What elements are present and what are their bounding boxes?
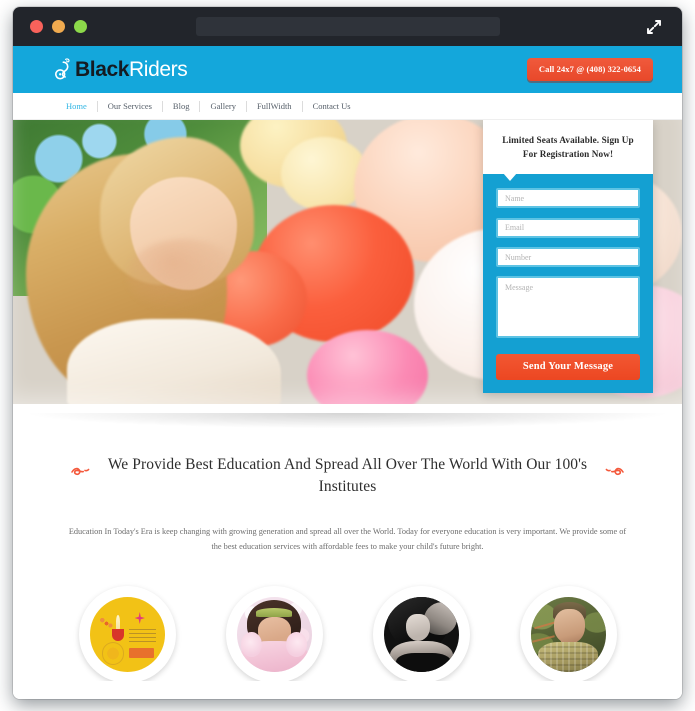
logo-text-primary: Black [75, 58, 130, 81]
minimize-window-button[interactable] [52, 20, 65, 33]
page-headline: We Provide Best Education And Spread All… [107, 456, 588, 495]
signup-callout-text: Limited Seats Available. Sign Up For Reg… [502, 135, 634, 160]
callout-pointer-triangle [503, 172, 517, 181]
avatar-image [89, 597, 165, 673]
address-bar[interactable] [195, 17, 500, 36]
avatar-girl-in-pink[interactable] [225, 586, 323, 684]
site-header: BlackRiders Call 24x7 @ (408) 322-0654 [13, 46, 682, 93]
content-section: We Provide Best Education And Spread All… [13, 404, 682, 684]
nav-item-our-services[interactable]: Our Services [98, 101, 162, 111]
email-input[interactable] [496, 217, 640, 238]
avatar-row [13, 586, 682, 684]
avatar-woman-portrait-bw[interactable] [372, 586, 470, 684]
browser-window: BlackRiders Call 24x7 @ (408) 322-0654 H… [13, 7, 682, 699]
nav-item-blog[interactable]: Blog [163, 101, 200, 111]
nav-item-contact-us[interactable]: Contact Us [303, 101, 361, 111]
intro-paragraph: Education In Today's Era is keep changin… [68, 527, 627, 551]
browser-title-bar [13, 7, 682, 46]
main-navigation: Home Our Services Blog Gallery FullWidth… [13, 93, 682, 120]
flourish-ornament-right-icon [604, 463, 626, 479]
expand-arrows-icon[interactable] [644, 17, 664, 37]
logo-text: BlackRiders [75, 58, 188, 81]
close-window-button[interactable] [30, 20, 43, 33]
avatar-image [236, 597, 312, 673]
signup-form-panel: Limited Seats Available. Sign Up For Reg… [483, 120, 653, 393]
nav-item-home[interactable]: Home [66, 101, 97, 111]
signup-callout: Limited Seats Available. Sign Up For Reg… [483, 120, 653, 174]
headline-row: We Provide Best Education And Spread All… [13, 454, 682, 498]
avatar-man-portrait[interactable] [519, 586, 617, 684]
call-phone-button[interactable]: Call 24x7 @ (408) 322-0654 [526, 58, 653, 81]
maximize-window-button[interactable] [74, 20, 87, 33]
traffic-light-buttons [30, 20, 87, 33]
avatar-image [383, 597, 459, 673]
page-bottom-fade [13, 681, 682, 699]
flourish-ornament-left-icon [69, 463, 91, 479]
hero-banner: Limited Seats Available. Sign Up For Reg… [13, 120, 682, 404]
nav-item-fullwidth[interactable]: FullWidth [247, 101, 302, 111]
name-input[interactable] [496, 188, 640, 208]
avatar-image [530, 597, 606, 673]
site-logo[interactable]: BlackRiders [54, 58, 188, 81]
nav-item-gallery[interactable]: Gallery [200, 101, 246, 111]
send-message-button[interactable]: Send Your Message [496, 354, 640, 380]
logo-text-secondary: Riders [129, 58, 188, 81]
section-divider [13, 413, 682, 429]
signup-form-body: Send Your Message [483, 172, 653, 393]
number-input[interactable] [496, 247, 640, 267]
scooter-icon [54, 58, 70, 80]
message-textarea[interactable] [496, 276, 640, 338]
avatar-festival-greeting-card[interactable] [78, 586, 176, 684]
